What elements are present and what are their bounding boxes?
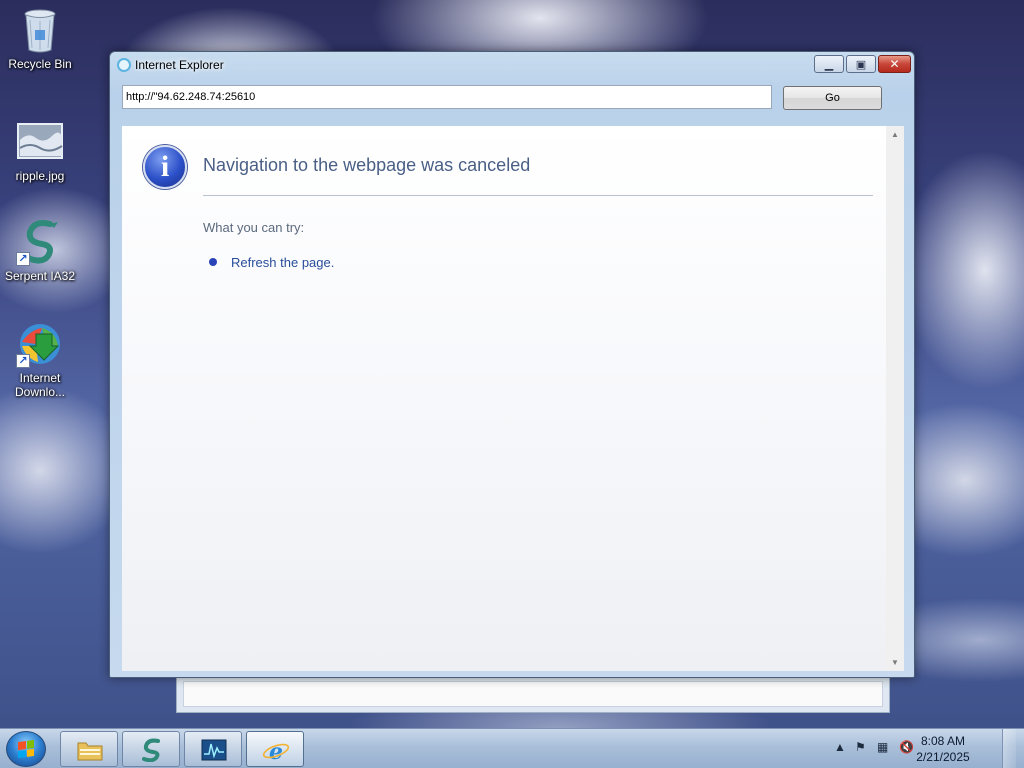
clock-time: 8:08 AM xyxy=(920,734,966,748)
title-bar[interactable]: Internet Explorer ▁ ▣ ✕ xyxy=(110,52,914,78)
system-tray: ▲ ⚑ ▦ 🔇 8:08 AM 2/21/2025 xyxy=(831,729,1016,768)
internet-explorer-window[interactable]: Internet Explorer ▁ ▣ ✕ Go i Navigation … xyxy=(109,51,915,678)
minimize-button[interactable]: ▁ xyxy=(814,55,844,73)
desktop-icon-internet-download-manager[interactable]: ↗ Internet Downlo... xyxy=(2,320,78,399)
desktop-icon-label: Serpent IA32 xyxy=(4,269,76,283)
taskbar-file-explorer-button[interactable] xyxy=(60,731,118,767)
monitor-icon xyxy=(201,739,227,761)
caption-buttons: ▁ ▣ ✕ xyxy=(814,55,911,73)
scroll-up-arrow-icon[interactable]: ▲ xyxy=(886,126,904,143)
shortcut-arrow-icon: ↗ xyxy=(16,252,30,266)
ie-icon: e xyxy=(262,739,290,762)
scroll-down-arrow-icon[interactable]: ▼ xyxy=(886,654,904,671)
info-icon: i xyxy=(143,145,187,189)
taskbar-serpent-button[interactable] xyxy=(122,731,180,767)
clock-date: 2/21/2025 xyxy=(916,750,970,764)
background-window-content xyxy=(183,681,883,707)
divider xyxy=(203,195,873,196)
taskbar-internet-explorer-button[interactable]: e xyxy=(246,731,304,767)
image-file-icon xyxy=(16,118,64,166)
show-hidden-icons-chevron[interactable]: ▲ xyxy=(834,740,846,754)
internet-download-manager-icon: ↗ xyxy=(16,320,64,368)
background-window[interactable] xyxy=(176,676,890,713)
ie-icon xyxy=(117,58,131,72)
shortcut-arrow-icon: ↗ xyxy=(16,354,30,368)
minimize-icon: ▁ xyxy=(824,58,834,71)
desktop-icon-serpent-ia32[interactable]: ↗ Serpent IA32 xyxy=(2,218,78,283)
address-input[interactable] xyxy=(122,85,772,109)
show-desktop-button[interactable] xyxy=(1002,729,1016,768)
page-content: i Navigation to the webpage was canceled… xyxy=(122,126,886,671)
desktop-icon-label: ripple.jpg xyxy=(15,169,65,183)
bullet-icon xyxy=(209,258,217,266)
action-center-flag-icon[interactable]: ⚑ xyxy=(855,740,866,754)
folder-icon xyxy=(77,742,103,761)
taskbar: e ▲ ⚑ ▦ 🔇 8:08 AM 2/21/2025 xyxy=(0,728,1024,768)
close-button[interactable]: ✕ xyxy=(878,55,911,73)
serpent-icon xyxy=(142,738,160,762)
start-orb-icon xyxy=(18,739,34,759)
window-title: Internet Explorer xyxy=(135,58,224,72)
taskbar-resource-monitor-button[interactable] xyxy=(184,731,242,767)
clock[interactable]: 8:08 AM 2/21/2025 xyxy=(908,733,978,765)
serpent-icon: ↗ xyxy=(16,218,64,266)
start-button[interactable] xyxy=(6,731,46,767)
desktop-icon-label: Recycle Bin xyxy=(8,57,72,71)
desktop-icon-label: Internet Downlo... xyxy=(14,371,66,399)
desktop-icon-recycle-bin[interactable]: Recycle Bin xyxy=(2,6,78,71)
vertical-scrollbar[interactable]: ▲ ▼ xyxy=(886,126,904,671)
maximize-button[interactable]: ▣ xyxy=(846,55,876,73)
desktop-icon-ripple-jpg[interactable]: ripple.jpg xyxy=(2,118,78,183)
maximize-icon: ▣ xyxy=(855,58,867,71)
svg-text:e: e xyxy=(269,739,283,762)
network-icon[interactable]: ▦ xyxy=(877,740,888,754)
refresh-page-link[interactable]: Refresh the page. xyxy=(231,255,334,270)
try-heading: What you can try: xyxy=(203,220,305,235)
close-icon: ✕ xyxy=(889,57,900,71)
go-button[interactable]: Go xyxy=(783,86,882,110)
recycle-bin-icon xyxy=(16,6,64,54)
page-title: Navigation to the webpage was canceled xyxy=(203,155,531,175)
